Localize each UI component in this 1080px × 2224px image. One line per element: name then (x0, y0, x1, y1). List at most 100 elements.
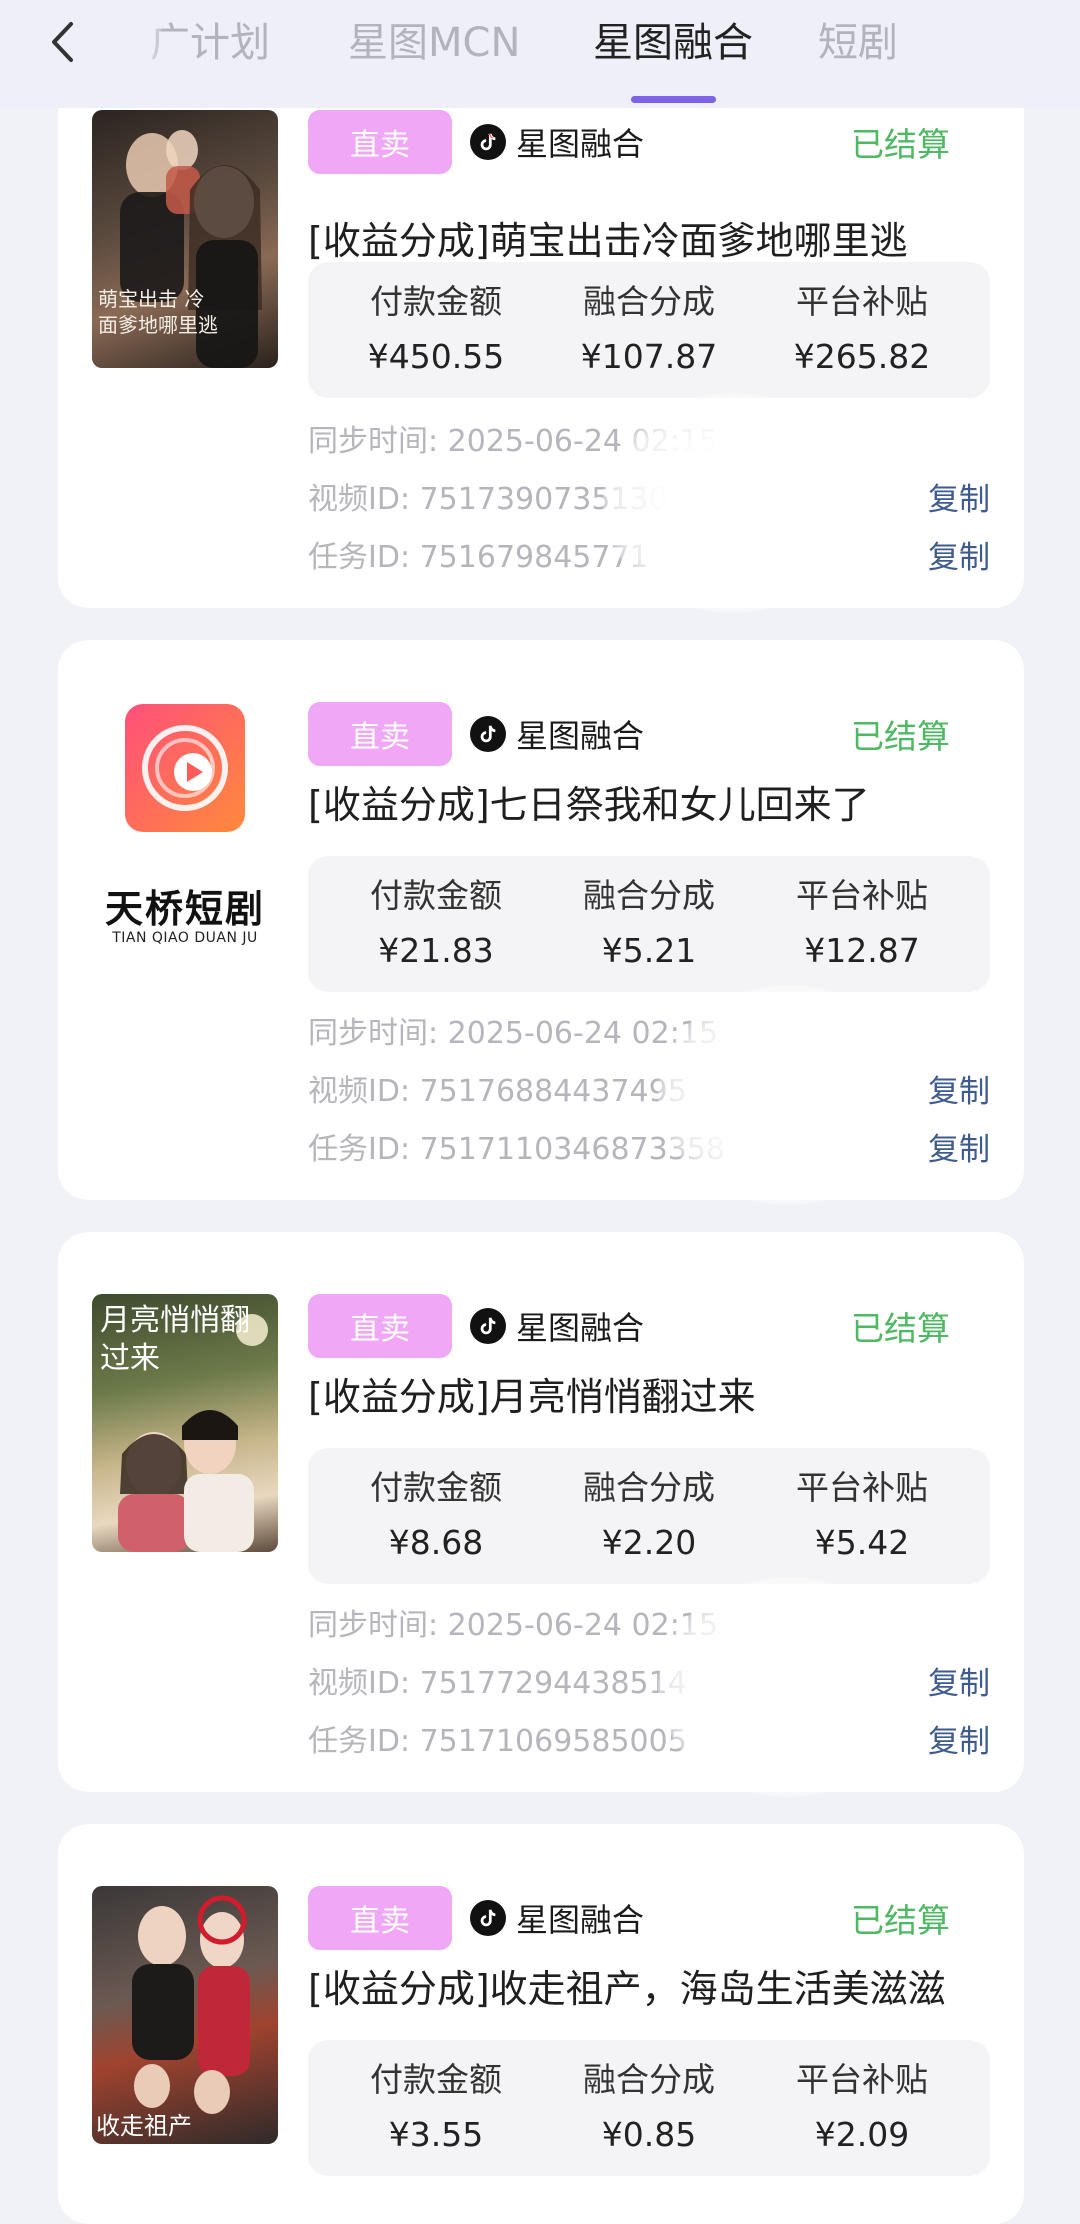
copy-video-id-button[interactable]: 复制 (928, 1072, 990, 1112)
stat-label: 平台补贴 (796, 2060, 928, 2099)
task-id: 任务ID: 75171069585005 (308, 1724, 687, 1759)
copy-video-id-button[interactable]: 复制 (928, 480, 990, 520)
platform-label: 星图融合 (470, 1294, 644, 1358)
stat-payment: 付款金额 ¥8.68 (336, 1466, 536, 1566)
copy-task-id-button[interactable]: 复制 (928, 1130, 990, 1170)
stat-payment: 付款金额 ¥21.83 (336, 874, 536, 974)
stat-value: ¥5.21 (601, 931, 697, 970)
copy-video-id-button[interactable]: 复制 (928, 1664, 990, 1704)
tiktok-icon (470, 716, 506, 752)
tab-xingtu-fusion[interactable]: 星图融合 (593, 18, 753, 68)
settled-status: 已结算 (851, 1309, 950, 1348)
order-title: [收益分成]萌宝出击冷面爹地哪里逃 (308, 219, 908, 263)
tiktok-icon (470, 1308, 506, 1344)
tiktok-icon (470, 124, 506, 160)
platform-name: 星图融合 (516, 1901, 645, 1939)
order-feed[interactable]: 萌宝出击 冷面爹地哪里逃 直卖 星图融合 已结算 [收益分成]萌宝出击冷面爹地哪… (0, 0, 1080, 2224)
task-id: 任务ID: 751679845771 (308, 540, 649, 575)
settled-status: 已结算 (851, 1901, 950, 1940)
stat-subsidy: 平台补贴 ¥5.42 (762, 1466, 962, 1566)
redaction-blur (603, 393, 863, 613)
platform-name: 星图融合 (516, 1309, 645, 1347)
platform-label: 星图融合 (470, 702, 644, 766)
stat-value: ¥265.82 (793, 337, 931, 376)
stats-panel: 付款金额 ¥450.55 融合分成 ¥107.87 平台补贴 ¥265.82 (308, 262, 990, 398)
redaction-blur (658, 985, 918, 1205)
stat-label: 付款金额 (370, 2060, 502, 2099)
stat-value: ¥107.87 (580, 337, 718, 376)
top-nav-bar: 广计划 星图MCN 星图融合 短剧 (0, 0, 1080, 108)
stats-panel: 付款金额 ¥8.68 融合分成 ¥2.20 平台补贴 ¥5.42 (308, 1448, 990, 1584)
stat-share: 融合分成 ¥2.20 (549, 1466, 749, 1566)
task-id: 任务ID: 7517110346873358 (308, 1132, 725, 1167)
direct-sale-badge: 直卖 (308, 702, 452, 766)
stat-share: 融合分成 ¥107.87 (549, 280, 749, 380)
order-card[interactable]: 天桥短剧 TIAN QIAO DUAN JU 直卖 星图融合 已结算 [收益分成… (58, 640, 1024, 1205)
stat-label: 付款金额 (370, 876, 502, 915)
stat-value: ¥450.55 (367, 337, 505, 376)
stat-label: 付款金额 (370, 282, 502, 321)
stat-value: ¥2.20 (601, 1523, 697, 1562)
order-title: [收益分成]七日祭我和女儿回来了 (308, 783, 870, 827)
sync-time: 同步时间: 2025-06-24 02:15 (308, 1608, 718, 1643)
tiktok-icon (470, 1900, 506, 1936)
stat-value: ¥0.85 (601, 2115, 697, 2154)
order-title: [收益分成]收走祖产，海岛生活美滋滋 (308, 1967, 946, 2011)
stat-value: ¥3.55 (388, 2115, 484, 2154)
settled-status: 已结算 (851, 717, 950, 756)
tianqiao-logo-subtext: TIAN QIAO DUAN JU (112, 930, 258, 946)
stat-label: 平台补贴 (796, 1468, 928, 1507)
stat-label: 融合分成 (583, 1468, 715, 1507)
stat-value: ¥21.83 (378, 931, 494, 970)
poster-title-text: 萌宝出击 冷面爹地哪里逃 (98, 287, 218, 337)
stat-payment: 付款金额 ¥3.55 (336, 2058, 536, 2158)
active-tab-indicator (631, 96, 716, 103)
direct-sale-badge: 直卖 (308, 1886, 452, 1950)
stat-subsidy: 平台补贴 ¥2.09 (762, 2058, 962, 2158)
video-id: 视频ID: 75177294438514 (308, 1666, 687, 1701)
tab-xingtu-mcn[interactable]: 星图MCN (348, 18, 520, 68)
direct-sale-badge: 直卖 (308, 1294, 452, 1358)
stat-share: 融合分成 ¥0.85 (549, 2058, 749, 2158)
stat-label: 融合分成 (583, 876, 715, 915)
stat-share: 融合分成 ¥5.21 (549, 874, 749, 974)
stat-value: ¥5.42 (814, 1523, 910, 1562)
platform-label: 星图融合 (470, 1886, 644, 1950)
tab-ad-plan[interactable]: 广计划 (150, 18, 270, 68)
tianqiao-logo-text: 天桥短剧 (104, 887, 265, 931)
stat-label: 融合分成 (583, 2060, 715, 2099)
order-card[interactable]: 收走祖产 直卖 星图融合 已结算 [收益分成]收走祖产，海岛生活美滋滋 付款金额… (58, 1824, 1024, 2224)
stat-subsidy: 平台补贴 ¥265.82 (762, 280, 962, 380)
stat-subsidy: 平台补贴 ¥12.87 (762, 874, 962, 974)
tianqiao-logo[interactable]: 天桥短剧 TIAN QIAO DUAN JU (92, 702, 278, 960)
redaction-blur (658, 1577, 918, 1797)
back-button[interactable] (40, 14, 84, 70)
stat-label: 平台补贴 (796, 282, 928, 321)
tab-short-drama[interactable]: 短剧 (818, 18, 898, 68)
stat-label: 付款金额 (370, 1468, 502, 1507)
copy-task-id-button[interactable]: 复制 (928, 1722, 990, 1762)
stats-panel: 付款金额 ¥3.55 融合分成 ¥0.85 平台补贴 ¥2.09 (308, 2040, 990, 2176)
copy-task-id-button[interactable]: 复制 (928, 538, 990, 578)
stat-payment: 付款金额 ¥450.55 (336, 280, 536, 380)
drama-poster-image[interactable]: 萌宝出击 冷面爹地哪里逃 (92, 110, 278, 368)
order-card[interactable]: 萌宝出击 冷面爹地哪里逃 直卖 星图融合 已结算 [收益分成]萌宝出击冷面爹地哪… (58, 48, 1024, 613)
platform-label: 星图融合 (470, 110, 644, 174)
chevron-left-icon (52, 22, 73, 62)
stat-label: 融合分成 (583, 282, 715, 321)
platform-name: 星图融合 (516, 717, 645, 755)
tab-scroll-fade (140, 20, 162, 66)
order-card[interactable]: 月亮悄悄翻过来 直卖 星图融合 已结算 [收益分成]月亮悄悄翻过来 付款金额 ¥… (58, 1232, 1024, 1797)
settled-status: 已结算 (851, 125, 950, 164)
platform-name: 星图融合 (516, 125, 645, 163)
poster-title-text: 收走祖产 (96, 2112, 192, 2140)
poster-title-text: 月亮悄悄翻过来 (100, 1303, 250, 1376)
stat-value: ¥8.68 (388, 1523, 484, 1562)
order-title: [收益分成]月亮悄悄翻过来 (308, 1375, 756, 1419)
stat-value: ¥12.87 (804, 931, 920, 970)
video-id: 视频ID: 75176884437495 (308, 1074, 687, 1109)
sync-time: 同步时间: 2025-06-24 02:15 (308, 1016, 718, 1051)
drama-poster-image[interactable]: 月亮悄悄翻过来 (92, 1294, 278, 1552)
drama-poster-image[interactable]: 收走祖产 (92, 1886, 278, 2144)
direct-sale-badge: 直卖 (308, 110, 452, 174)
